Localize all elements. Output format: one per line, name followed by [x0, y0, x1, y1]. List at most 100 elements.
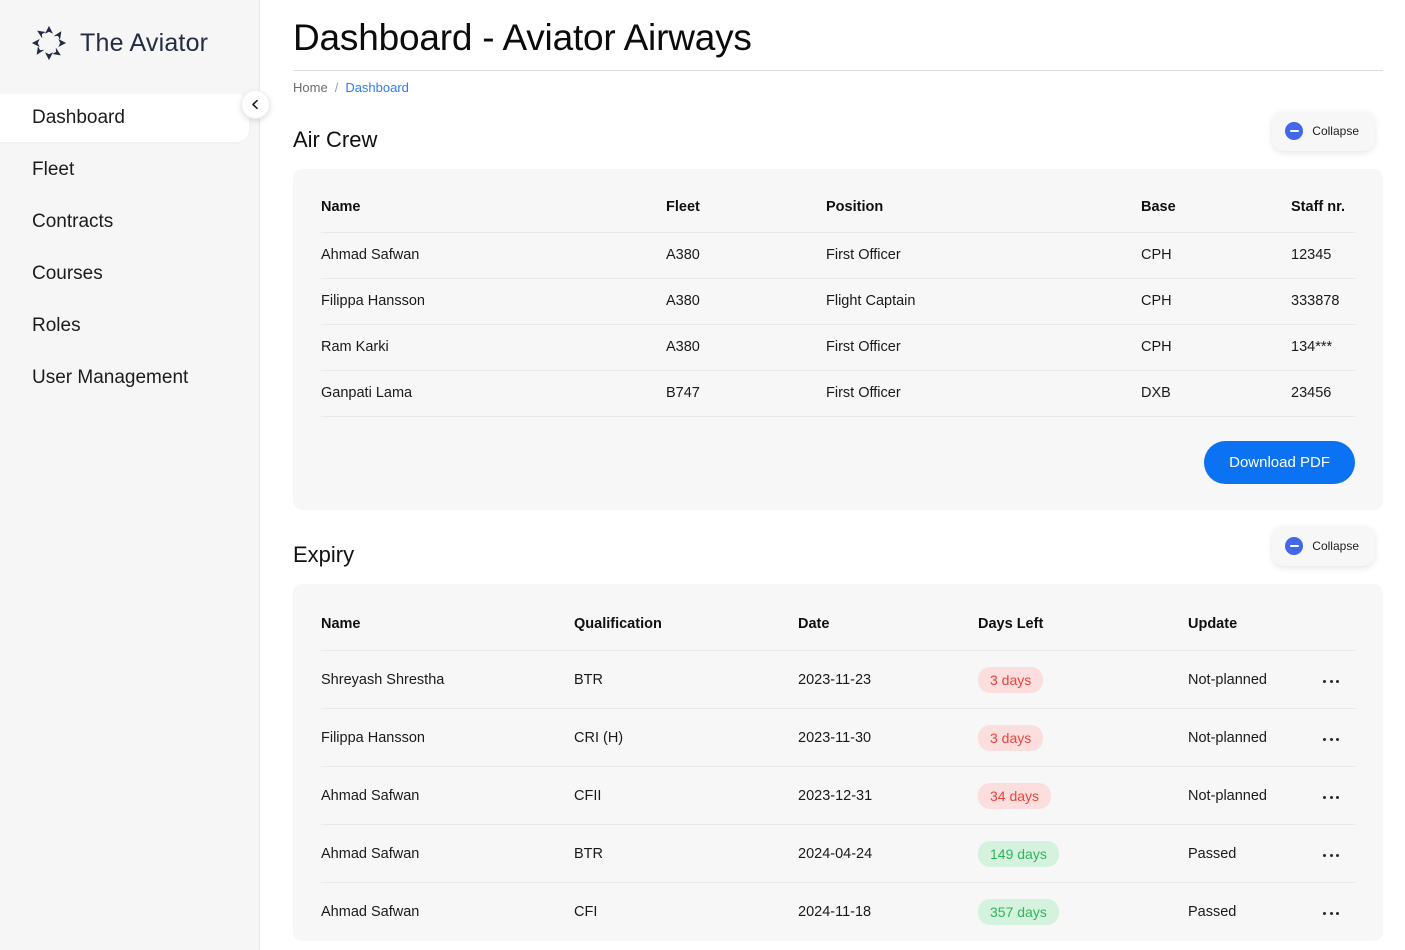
- status-badge: 357 days: [978, 899, 1059, 926]
- table-row[interactable]: Ram Karki A380 First Officer CPH 134***: [321, 323, 1355, 371]
- expiry-card: Name Qualification Date Days Left Update…: [293, 583, 1383, 941]
- cell-actions: [1321, 650, 1355, 709]
- status-badge: 34 days: [978, 782, 1052, 809]
- table-row[interactable]: Filippa Hansson A380 Flight Captain CPH …: [321, 277, 1355, 325]
- table-row[interactable]: Ahmad Safwan CFII 2023-12-31 34 days Not…: [321, 766, 1355, 825]
- column-header-fleet: Fleet: [666, 199, 700, 215]
- sidebar-item-label: Dashboard: [32, 107, 125, 128]
- download-pdf-button[interactable]: Download PDF: [1204, 440, 1355, 484]
- cell-date: 2023-11-30: [798, 708, 978, 767]
- more-horizontal-icon[interactable]: [1321, 674, 1341, 689]
- column-header-staff-nr: Staff nr.: [1291, 199, 1345, 215]
- more-horizontal-icon[interactable]: [1321, 732, 1341, 747]
- brand: The Aviator: [0, 0, 259, 86]
- table-row[interactable]: Shreyash Shrestha BTR 2023-11-23 3 days …: [321, 650, 1355, 709]
- cell-days-left: 149 days: [978, 824, 1188, 883]
- status-badge: 3 days: [978, 666, 1044, 693]
- air-crew-header: Air Crew: [293, 123, 1385, 157]
- cell-name: Ganpati Lama: [321, 369, 666, 417]
- table-row[interactable]: Ganpati Lama B747 First Officer DXB 2345…: [321, 369, 1355, 417]
- breadcrumb-current[interactable]: Dashboard: [345, 80, 409, 95]
- cell-name: Ahmad Safwan: [321, 824, 574, 883]
- expiry-table-head: Name Qualification Date Days Left Update: [321, 584, 1355, 651]
- sidebar-item-courses[interactable]: Courses: [0, 250, 249, 298]
- cell-qualification: CFI: [574, 882, 798, 941]
- cell-base: DXB: [1141, 369, 1291, 417]
- app-root: The Aviator Dashboard Fleet Contracts Co…: [0, 0, 1405, 950]
- sidebar-item-roles[interactable]: Roles: [0, 302, 249, 350]
- air-crew-section: Air Crew Collapse Name Fleet Position Ba…: [293, 111, 1385, 510]
- cell-position: First Officer: [826, 231, 1141, 279]
- more-horizontal-icon[interactable]: [1321, 790, 1341, 805]
- cell-update: Not-planned: [1188, 708, 1321, 767]
- table-row[interactable]: Ahmad Safwan A380 First Officer CPH 1234…: [321, 231, 1355, 279]
- more-horizontal-icon[interactable]: [1321, 848, 1341, 863]
- cell-days-left: 3 days: [978, 650, 1188, 709]
- sidebar-collapse-toggle[interactable]: [241, 90, 270, 119]
- collapse-label: Collapse: [1312, 124, 1359, 138]
- cell-qualification: CFII: [574, 766, 798, 825]
- cell-fleet: B747: [666, 369, 826, 417]
- cell-qualification: CRI (H): [574, 708, 798, 767]
- cell-update: Not-planned: [1188, 766, 1321, 825]
- more-horizontal-icon[interactable]: [1321, 906, 1341, 921]
- cell-actions: [1321, 882, 1355, 941]
- expiry-title: Expiry: [293, 541, 355, 567]
- column-header-base: Base: [1141, 199, 1176, 215]
- cell-base: CPH: [1141, 231, 1291, 279]
- cell-name: Ahmad Safwan: [321, 766, 574, 825]
- cell-update: Passed: [1188, 824, 1321, 883]
- air-crew-card-footer: Download PDF: [321, 417, 1355, 510]
- air-crew-table-head: Name Fleet Position Base Staff nr.: [321, 169, 1355, 232]
- sidebar-item-fleet[interactable]: Fleet: [0, 146, 249, 194]
- cell-date: 2024-11-18: [798, 882, 978, 941]
- cell-date: 2023-12-31: [798, 766, 978, 825]
- cell-position: First Officer: [826, 369, 1141, 417]
- table-header-row: Name Fleet Position Base Staff nr.: [321, 169, 1355, 232]
- sidebar-item-label: User Management: [32, 367, 189, 388]
- table-row[interactable]: Ahmad Safwan CFI 2024-11-18 357 days Pas…: [321, 882, 1355, 941]
- cell-name: Ahmad Safwan: [321, 882, 574, 941]
- expiry-section: Expiry Collapse Name Qualification Date: [293, 525, 1385, 941]
- column-header-name: Name: [321, 615, 361, 632]
- sidebar-item-dashboard[interactable]: Dashboard: [0, 94, 249, 142]
- cell-date: 2023-11-23: [798, 650, 978, 709]
- sidebar-item-user-management[interactable]: User Management: [0, 354, 249, 402]
- air-crew-table: Name Fleet Position Base Staff nr. Ahmad…: [321, 169, 1355, 417]
- cell-days-left: 34 days: [978, 766, 1188, 825]
- expiry-table-body: Shreyash Shrestha BTR 2023-11-23 3 days …: [321, 650, 1355, 941]
- chevron-left-icon: [250, 99, 261, 110]
- breadcrumb-separator: /: [334, 80, 339, 95]
- column-header-qualification: Qualification: [574, 615, 662, 632]
- cell-actions: [1321, 766, 1355, 825]
- cell-qualification: BTR: [574, 824, 798, 883]
- cell-name: Ram Karki: [321, 323, 666, 371]
- cell-name: Shreyash Shrestha: [321, 650, 574, 709]
- column-header-actions: [1321, 584, 1355, 651]
- table-row[interactable]: Filippa Hansson CRI (H) 2023-11-30 3 day…: [321, 708, 1355, 767]
- collapse-label: Collapse: [1312, 538, 1359, 553]
- column-header-update: Update: [1188, 615, 1238, 632]
- cell-update: Not-planned: [1188, 650, 1321, 709]
- air-crew-card: Name Fleet Position Base Staff nr. Ahmad…: [293, 169, 1383, 510]
- sidebar-item-label: Courses: [32, 263, 103, 284]
- column-header-name: Name: [321, 199, 361, 215]
- sidebar-item-contracts[interactable]: Contracts: [0, 198, 249, 246]
- expiry-collapse-button[interactable]: Collapse: [1272, 525, 1375, 566]
- expiry-table: Name Qualification Date Days Left Update…: [321, 584, 1355, 941]
- air-crew-collapse-button[interactable]: Collapse: [1272, 111, 1375, 151]
- cell-staff-nr: 12345: [1291, 231, 1355, 279]
- column-header-days-left: Days Left: [978, 615, 1044, 632]
- table-row[interactable]: Ahmad Safwan BTR 2024-04-24 149 days Pas…: [321, 824, 1355, 883]
- cell-name: Filippa Hansson: [321, 708, 574, 767]
- cell-actions: [1321, 824, 1355, 883]
- cell-name: Ahmad Safwan: [321, 231, 666, 279]
- brand-name: The Aviator: [80, 28, 209, 57]
- status-badge: 149 days: [978, 840, 1059, 867]
- breadcrumb-home[interactable]: Home: [293, 80, 328, 95]
- cell-fleet: A380: [666, 277, 826, 325]
- table-header-row: Name Qualification Date Days Left Update: [321, 584, 1355, 651]
- title-divider: [293, 70, 1383, 71]
- column-header-position: Position: [826, 199, 884, 215]
- aviator-star-logo-icon: [30, 24, 68, 62]
